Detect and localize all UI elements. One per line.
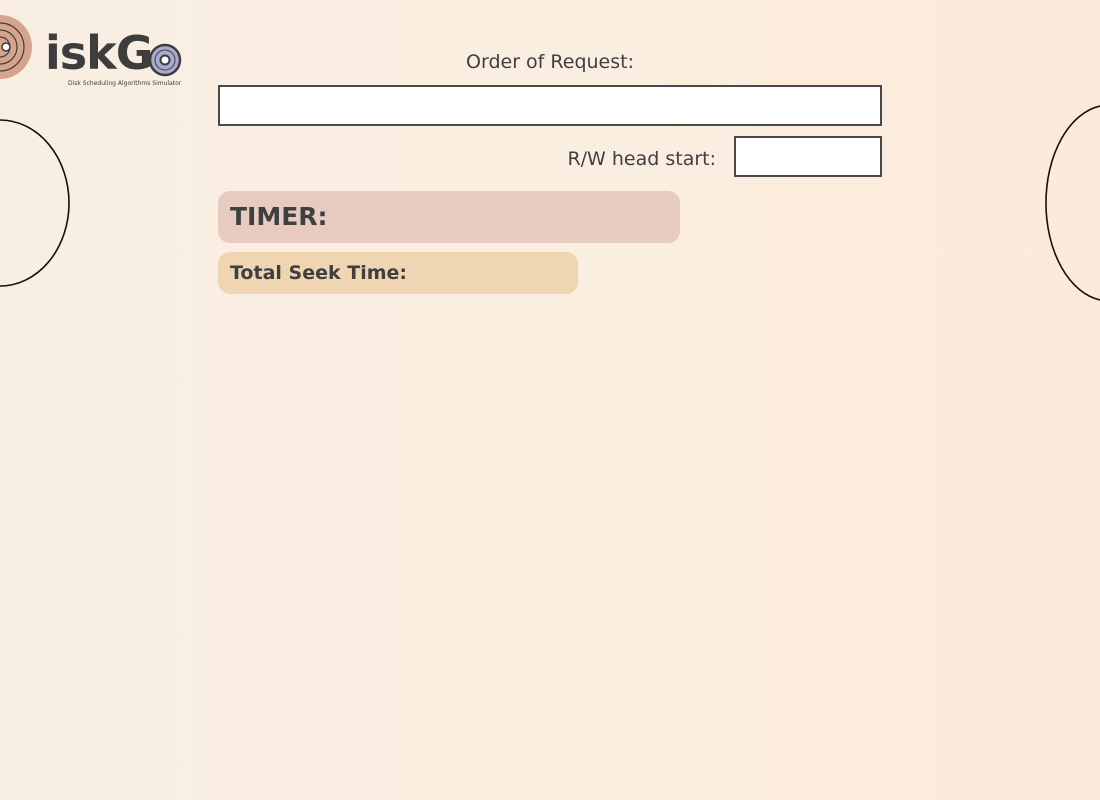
right-decorative-circle bbox=[1045, 105, 1100, 301]
left-decorative-circle bbox=[0, 119, 70, 287]
diskgo-logo: iskG Disk Scheduling Algorithms Simulato… bbox=[0, 14, 190, 90]
rw-head-start-label: R/W head start: bbox=[567, 148, 716, 170]
logo-tagline: Disk Scheduling Algorithms Simulator bbox=[68, 80, 182, 87]
disk-o-icon bbox=[148, 43, 182, 77]
logo-wordmark: iskG bbox=[45, 26, 153, 80]
timer-panel: TIMER: bbox=[218, 191, 680, 243]
rw-head-start-input[interactable] bbox=[734, 136, 882, 177]
timer-label: TIMER: bbox=[230, 202, 328, 231]
order-of-request-label: Order of Request: bbox=[466, 51, 634, 73]
disk-icon bbox=[0, 15, 32, 79]
order-of-request-input[interactable] bbox=[218, 85, 882, 126]
total-seek-time-panel: Total Seek Time: bbox=[218, 252, 578, 294]
total-seek-time-label: Total Seek Time: bbox=[230, 262, 407, 284]
